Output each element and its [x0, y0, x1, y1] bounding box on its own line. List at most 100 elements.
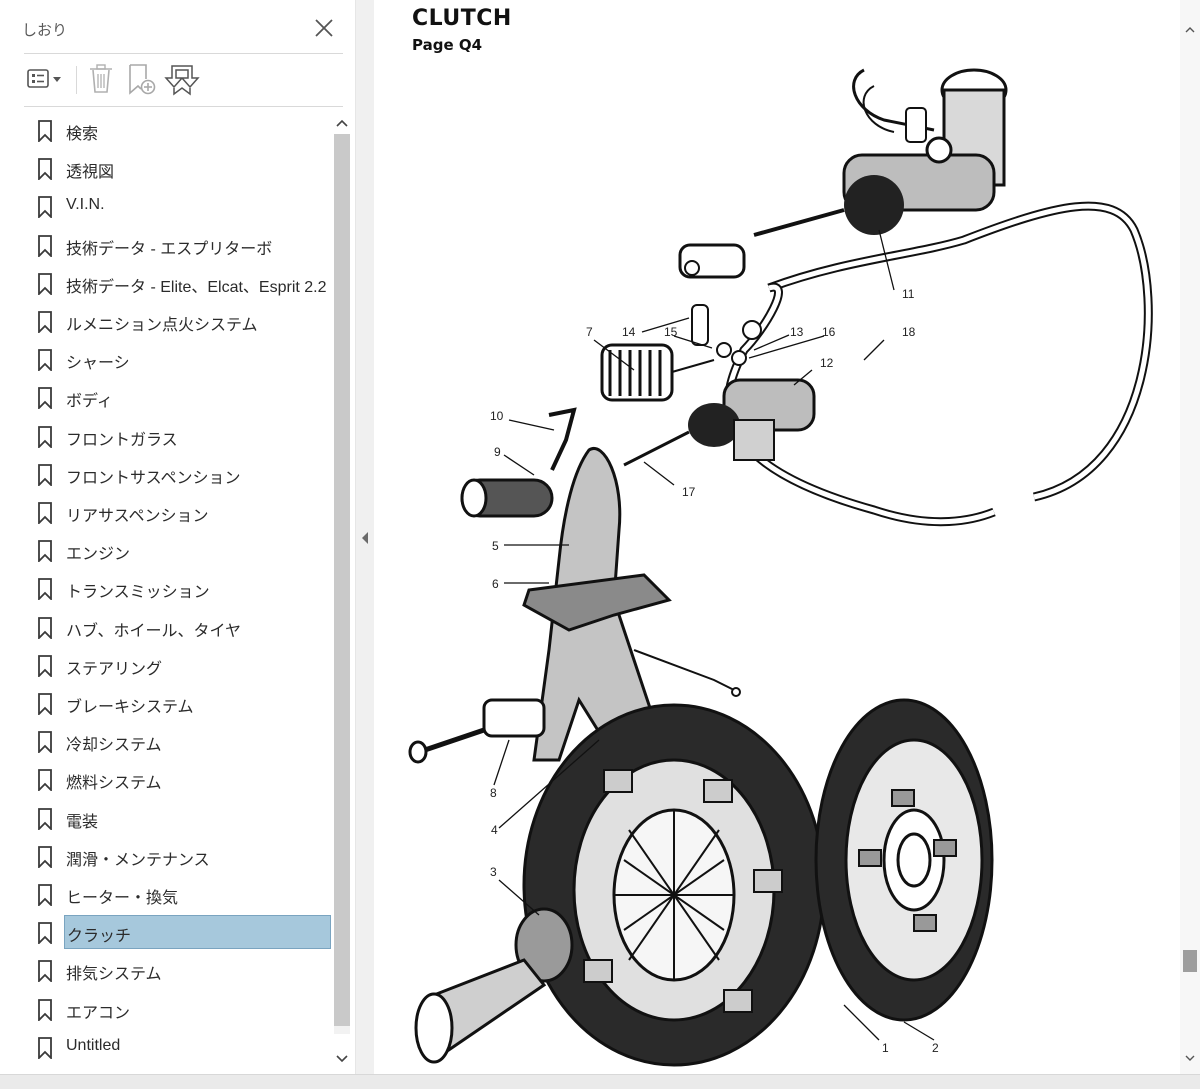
- bookmark-icon: [38, 922, 52, 945]
- bookmark-item[interactable]: ブレーキシステム: [0, 686, 332, 720]
- callout-2: 2: [932, 1041, 939, 1055]
- callout-1: 1: [882, 1041, 889, 1055]
- callout-6: 6: [492, 577, 499, 591]
- bookmark-label: ルメニション点火システム: [66, 317, 258, 334]
- panel-divider-bottom: [24, 106, 343, 107]
- bookmark-icon: [38, 884, 52, 906]
- bookmark-item[interactable]: エンジン: [0, 533, 332, 567]
- document-scrollbar-thumb[interactable]: [1183, 950, 1197, 972]
- new-bookmark-button[interactable]: [124, 62, 158, 96]
- bookmark-icon: [38, 578, 52, 601]
- callout-5: 5: [492, 539, 499, 553]
- bookmark-item[interactable]: Untitled: [0, 1030, 332, 1064]
- bookmark-icon: [38, 502, 52, 524]
- pressure-plate-part: [522, 703, 826, 1067]
- callout-15: 15: [664, 325, 678, 339]
- scroll-down-arrow-icon[interactable]: [334, 1050, 350, 1066]
- callout-4: 4: [491, 823, 498, 837]
- pivot-bolt-part: [408, 698, 546, 764]
- bookmark-label: 技術データ - エスプリターボ: [66, 240, 273, 258]
- bookmark-item[interactable]: 電装: [0, 801, 332, 835]
- bookmark-item[interactable]: エアコン: [0, 992, 332, 1026]
- bookmark-item[interactable]: ボディ: [0, 380, 332, 414]
- callout-3: 3: [490, 865, 497, 879]
- bookmark-icon: [38, 654, 52, 677]
- bookmark-icon: [38, 425, 52, 448]
- scroll-up-arrow-icon[interactable]: [334, 116, 350, 132]
- bookmark-label: ハブ、ホイール、タイヤ: [66, 622, 242, 640]
- close-panel-button[interactable]: [310, 14, 338, 42]
- driven-plate-part: [814, 698, 994, 1022]
- bookmark-options-button[interactable]: [24, 62, 66, 96]
- bookmark-item[interactable]: 技術データ - Elite、Elcat、Esprit 2.2: [0, 266, 332, 300]
- bookmark-label: エンジン: [66, 546, 131, 564]
- bookmark-item[interactable]: 燃料システム: [0, 762, 332, 796]
- bookmark-label: クラッチ: [64, 915, 331, 950]
- bookmark-item[interactable]: フロントガラス: [0, 419, 332, 453]
- bookmark-item[interactable]: ルメニション点火システム: [0, 304, 332, 338]
- bookmark-label: ボディ: [66, 393, 113, 411]
- bookmark-icon: [38, 349, 52, 372]
- bookmark-icon: [38, 807, 52, 830]
- bookmark-item[interactable]: リアサスペンション: [0, 495, 332, 529]
- bookmark-item[interactable]: ステアリング: [0, 648, 332, 682]
- document-scrollbar[interactable]: [1180, 0, 1200, 1074]
- bookmark-label: 冷却システム: [66, 737, 162, 755]
- bookmark-icon: [38, 693, 52, 715]
- new-bookmark-icon: [129, 64, 156, 95]
- bookmark-icon: [38, 120, 52, 142]
- bookmark-item[interactable]: 透視図: [0, 151, 332, 185]
- expand-bookmark-icon: [164, 65, 200, 96]
- callout-13: 13: [790, 325, 804, 339]
- bookmark-item[interactable]: ハブ、ホイール、タイヤ: [0, 610, 332, 644]
- doc-scroll-down-arrow-icon[interactable]: [1184, 1052, 1196, 1064]
- callout-14: 14: [622, 325, 636, 339]
- bookmark-list-scrollbar[interactable]: [332, 114, 352, 1074]
- bookmark-item[interactable]: シャーシ: [0, 342, 332, 376]
- toolbar-separator: [76, 66, 77, 94]
- bookmark-item[interactable]: 潤滑・メンテナンス: [0, 839, 332, 873]
- expand-bookmark-button[interactable]: [164, 62, 200, 96]
- delete-bookmark-button[interactable]: [86, 62, 116, 96]
- options-menu-icon: [27, 69, 61, 88]
- collapse-panel-arrow-icon[interactable]: [360, 530, 370, 546]
- bookmark-label: V.I.N.: [66, 196, 105, 214]
- panel-divider-top: [24, 53, 343, 54]
- panel-title: しおり: [22, 22, 68, 39]
- doc-scroll-up-arrow-icon[interactable]: [1184, 24, 1196, 36]
- document-page: 1 2 3 4 5 6 7 8 9 10 11 12 13 14 15 16 1…: [374, 0, 1180, 1074]
- bookmark-item[interactable]: トランスミッション: [0, 571, 332, 605]
- scrollbar-thumb[interactable]: [334, 134, 350, 1026]
- bookmark-label: 技術データ - Elite、Elcat、Esprit 2.2: [66, 278, 327, 296]
- callout-17: 17: [682, 485, 696, 499]
- page-title: CLUTCH: [412, 6, 512, 31]
- bookmark-icon: [38, 234, 52, 257]
- bookmark-item[interactable]: クラッチ: [0, 915, 332, 950]
- bookmark-icon: [38, 616, 52, 639]
- bookmark-label: 透視図: [66, 164, 115, 182]
- bookmark-item[interactable]: 排気システム: [0, 953, 332, 987]
- bookmark-item[interactable]: V.I.N.: [0, 189, 332, 223]
- bookmark-item[interactable]: 冷却システム: [0, 724, 332, 758]
- bookmark-label: シャーシ: [66, 355, 130, 373]
- bookmark-item[interactable]: フロントサスペンション: [0, 457, 332, 491]
- clutch-exploded-diagram: 1 2 3 4 5 6 7 8 9 10 11 12 13 14 15 16 1…: [408, 68, 1153, 1067]
- bookmark-item[interactable]: ヒーター・換気: [0, 877, 332, 911]
- bookmark-icon: [38, 158, 52, 181]
- callout-18: 18: [902, 325, 916, 339]
- bookmark-label: 検索: [66, 126, 99, 143]
- bookmark-label: フロントガラス: [66, 431, 178, 449]
- bookmark-item[interactable]: 検索: [0, 113, 332, 147]
- bookmark-label: ステアリング: [66, 660, 163, 678]
- bookmarks-panel: しおり 検索 透視図 V.I.N. 技術データ - エスプリターボ 技術データ …: [0, 0, 356, 1074]
- callout-9: 9: [494, 445, 501, 459]
- bookmark-icon: [38, 769, 52, 792]
- bookmark-icon: [38, 272, 52, 295]
- callout-16: 16: [822, 325, 836, 339]
- trash-icon: [90, 64, 112, 93]
- bookmark-label: トランスミッション: [66, 584, 210, 602]
- bookmark-icon: [38, 998, 52, 1021]
- status-bar: [0, 1074, 1200, 1089]
- hydraulic-hose-part: [724, 201, 1153, 527]
- bookmark-item[interactable]: 技術データ - エスプリターボ: [0, 228, 332, 262]
